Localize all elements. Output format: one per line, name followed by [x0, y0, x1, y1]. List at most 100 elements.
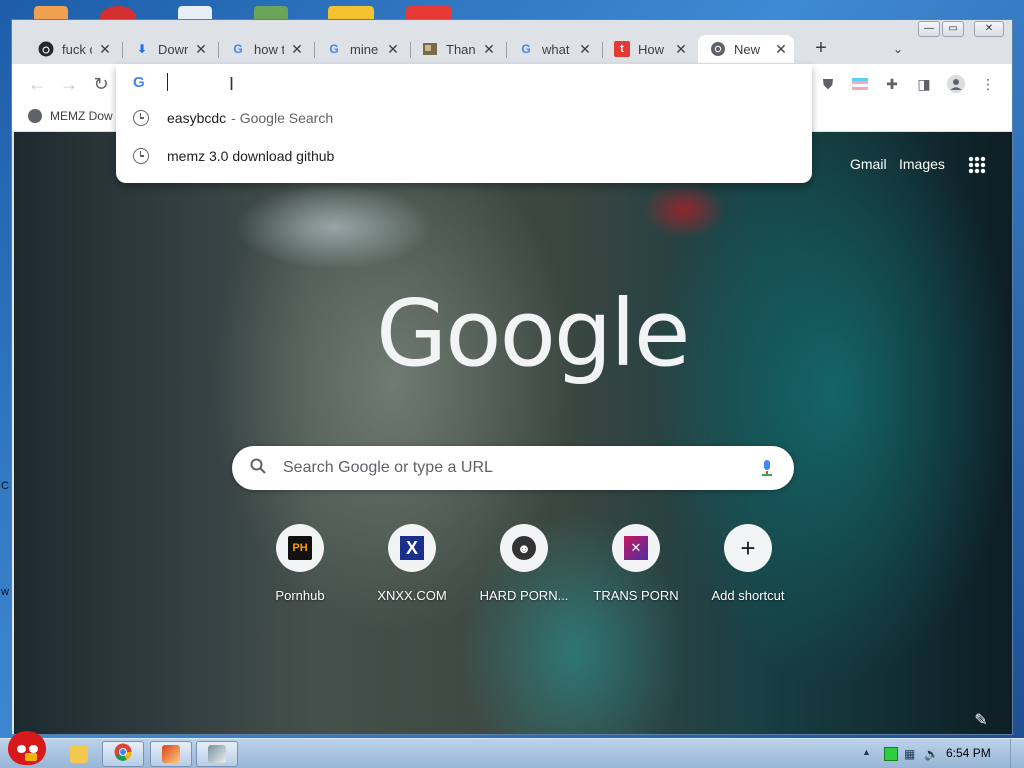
download-icon: ⬇: [136, 42, 148, 56]
omnibox-dropdown: G I easybcdc - Google Search memz 3.0 do…: [116, 64, 812, 183]
tumblr-icon: t: [614, 41, 630, 57]
chrome-icon: [114, 743, 132, 766]
suggestion-suffix: - Google Search: [231, 110, 334, 126]
text-cursor-icon: I: [229, 74, 235, 94]
google-icon: G: [521, 42, 531, 56]
add-shortcut-tile[interactable]: + Add shortcut: [692, 524, 804, 614]
apps-grid-icon[interactable]: [968, 156, 986, 174]
browser-tab[interactable]: fuck c ✕: [26, 35, 118, 63]
close-icon[interactable]: ✕: [482, 41, 496, 58]
site-favicon: ☻: [512, 536, 536, 560]
taskbar-app-button[interactable]: [150, 741, 192, 767]
extension-icon[interactable]: [848, 72, 872, 96]
desktop-edge-text: w: [1, 586, 9, 598]
close-icon[interactable]: ✕: [98, 41, 112, 58]
close-icon[interactable]: ✕: [386, 41, 400, 58]
google-icon: G: [329, 42, 339, 56]
battery-icon[interactable]: [884, 747, 898, 761]
minimize-button[interactable]: —: [918, 21, 940, 37]
tab-title: How: [638, 41, 665, 57]
image-icon: [422, 41, 438, 57]
chevron-down-icon: ⌄: [892, 42, 904, 56]
new-tab-page: Gmail Images Google Search Google or typ…: [14, 132, 1012, 734]
shortcut-tile[interactable]: ☻ HARD PORN...: [468, 524, 580, 614]
chrome-icon: [710, 41, 726, 57]
side-panel-icon[interactable]: ◨: [912, 72, 936, 96]
close-icon[interactable]: ✕: [194, 41, 208, 58]
google-icon: G: [233, 42, 243, 56]
shortcut-tile[interactable]: ✕ TRANS PORN: [580, 524, 692, 614]
suggestion-item[interactable]: easybcdc - Google Search: [116, 99, 812, 137]
close-icon[interactable]: ✕: [578, 41, 592, 58]
github-icon: [38, 41, 54, 57]
shortcut-tile[interactable]: PH Pornhub: [244, 524, 356, 614]
reload-button[interactable]: ↻: [89, 72, 113, 96]
tray-expand-icon[interactable]: ▲: [862, 747, 871, 757]
tab-title: what: [542, 41, 570, 57]
images-link[interactable]: Images: [899, 156, 945, 172]
google-icon: G: [133, 74, 145, 91]
suggestion-item[interactable]: memz 3.0 download github: [116, 137, 812, 175]
desktop-edge-text: C: [1, 480, 9, 492]
taskbar-explorer-button[interactable]: [58, 741, 100, 767]
taskbar-clock[interactable]: 6:54 PM: [946, 746, 991, 760]
shortcut-label: Add shortcut: [711, 588, 785, 603]
tab-title: New: [734, 41, 761, 57]
new-tab-button[interactable]: +: [807, 35, 835, 63]
bookmark-label: MEMZ Dow: [50, 109, 113, 123]
globe-icon: [28, 109, 42, 123]
app-icon: [162, 745, 180, 763]
bookmark-item[interactable]: MEMZ Dow: [28, 109, 113, 123]
pornhub-favicon: PH: [288, 536, 312, 560]
show-desktop-button[interactable]: [1010, 739, 1024, 768]
shortcut-tile[interactable]: X XNXX.COM: [356, 524, 468, 614]
volume-icon[interactable]: 🔊: [924, 747, 939, 761]
suggestion-text: memz 3.0 download github: [167, 148, 335, 164]
app-icon: [208, 745, 226, 763]
tab-title: Than: [446, 41, 476, 57]
taskbar: ▲ ▦ 🔊 6:54 PM: [0, 731, 1024, 768]
close-icon[interactable]: ✕: [774, 41, 788, 58]
shortcut-label: HARD PORN...: [479, 588, 569, 603]
browser-tab[interactable]: G how t ✕: [218, 35, 310, 63]
microphone-icon[interactable]: [762, 460, 772, 476]
browser-tab[interactable]: Than ✕: [410, 35, 502, 63]
site-favicon: ✕: [624, 536, 648, 560]
tab-strip: fuck c ✕ ⬇ Down ✕ G how t ✕ G mine ✕ Tha…: [12, 20, 1012, 64]
search-placeholder: Search Google or type a URL: [283, 459, 493, 476]
shortcut-label: XNXX.COM: [377, 588, 447, 603]
pencil-icon[interactable]: ✎: [972, 712, 990, 730]
plus-icon: +: [740, 533, 756, 563]
forward-button[interactable]: →: [57, 72, 81, 96]
tab-title: Down: [158, 41, 188, 57]
back-button[interactable]: ←: [25, 72, 49, 96]
browser-tab[interactable]: G what ✕: [506, 35, 598, 63]
folder-icon: [70, 745, 88, 763]
tab-search-button[interactable]: ⌄: [884, 35, 912, 63]
profile-icon[interactable]: [944, 72, 968, 96]
browser-tab[interactable]: t How ✕: [602, 35, 694, 63]
suggestion-text: easybcdc: [167, 110, 227, 126]
search-icon: [250, 458, 270, 479]
browser-tab-active[interactable]: New ✕: [698, 35, 794, 63]
puzzle-icon[interactable]: ✚: [880, 72, 904, 96]
maximize-button[interactable]: ▭: [942, 21, 964, 37]
browser-tab[interactable]: ⬇ Down ✕: [122, 35, 214, 63]
browser-tab[interactable]: G mine ✕: [314, 35, 406, 63]
ntp-search-box[interactable]: Search Google or type a URL: [232, 446, 794, 490]
omnibox-input[interactable]: [167, 73, 168, 91]
tab-title: fuck c: [62, 41, 92, 57]
close-icon[interactable]: ✕: [674, 41, 688, 58]
xnxx-favicon: X: [400, 536, 424, 560]
angry-bird-icon: [8, 731, 46, 765]
gmail-link[interactable]: Gmail: [850, 156, 887, 172]
more-menu-icon[interactable]: ⋮: [976, 72, 1000, 96]
taskbar-chrome-button[interactable]: [102, 741, 144, 767]
close-window-button[interactable]: ✕: [974, 21, 1004, 37]
start-button[interactable]: [4, 729, 50, 768]
network-icon[interactable]: ▦: [904, 747, 918, 761]
shield-extension-icon[interactable]: ⛊: [816, 72, 840, 96]
shortcut-label: Pornhub: [275, 588, 325, 603]
close-icon[interactable]: ✕: [290, 41, 304, 58]
taskbar-app-button[interactable]: [196, 741, 238, 767]
